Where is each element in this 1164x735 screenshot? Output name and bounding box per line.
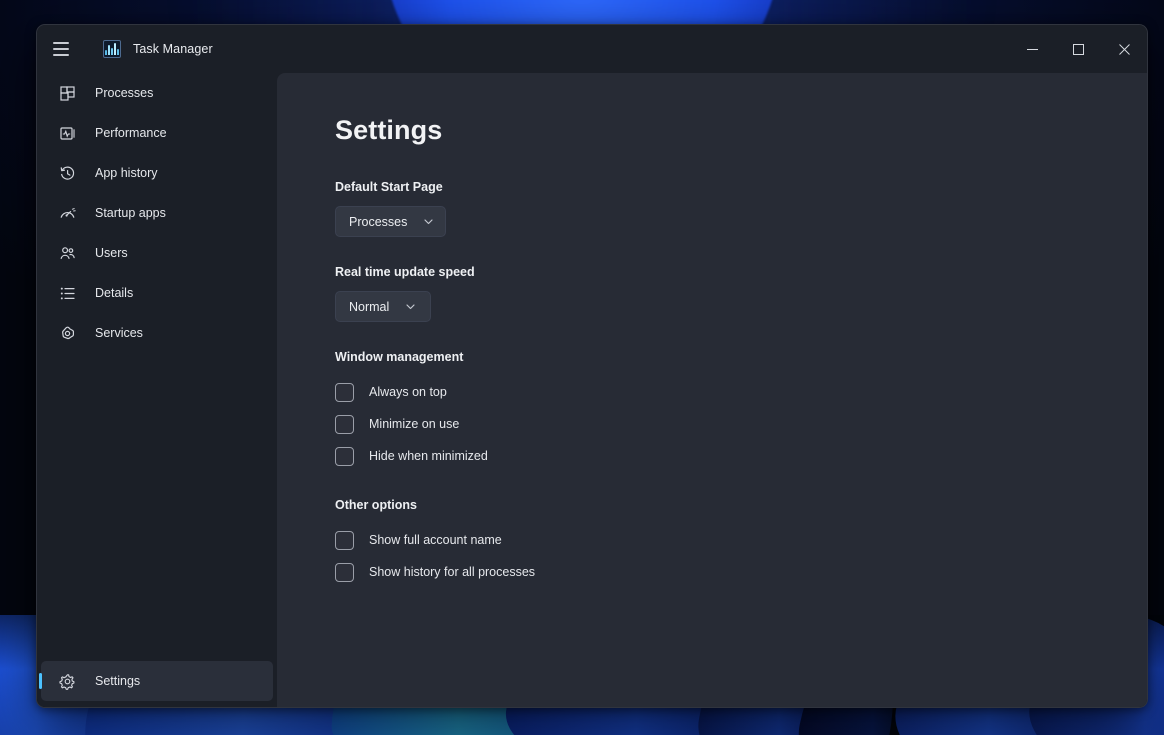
- sidebar-item-label: Services: [95, 326, 143, 340]
- settings-content-panel: Settings Default Start Page Processes Re…: [277, 73, 1147, 707]
- checkbox-box[interactable]: [335, 530, 354, 550]
- sidebar-item-startup-apps[interactable]: Startup apps: [41, 193, 273, 233]
- checkbox-box[interactable]: [335, 382, 354, 402]
- section-window-management: Window management Always on top Minimize…: [335, 350, 1147, 472]
- settings-gear-icon: [57, 671, 77, 691]
- sidebar-navigation: Processes Performance App history Startu…: [37, 73, 277, 707]
- dropdown-value: Normal: [349, 299, 390, 314]
- gauge-speed-icon: [57, 203, 77, 223]
- maximize-button[interactable]: [1055, 25, 1101, 73]
- update-speed-dropdown[interactable]: Normal: [335, 291, 431, 322]
- checkbox-label: Show full account name: [369, 533, 502, 547]
- sidebar-item-settings[interactable]: Settings: [41, 661, 273, 701]
- task-manager-window: Task Manager Processes Performance App h…: [36, 24, 1148, 708]
- window-title: Task Manager: [133, 42, 213, 56]
- window-controls: [1009, 25, 1147, 73]
- minimize-button[interactable]: [1009, 25, 1055, 73]
- section-heading: Default Start Page: [335, 180, 443, 194]
- chevron-down-icon: [405, 301, 416, 312]
- processes-grid-icon: [57, 83, 77, 103]
- checkbox-hide-when-minimized[interactable]: Hide when minimized: [335, 440, 488, 472]
- checkbox-label: Show history for all processes: [369, 565, 536, 579]
- default-start-page-dropdown[interactable]: Processes: [335, 206, 447, 237]
- sidebar-item-services[interactable]: Services: [41, 313, 273, 353]
- details-list-icon: [57, 283, 77, 303]
- sidebar-item-list: Processes Performance App history Startu…: [37, 73, 277, 353]
- checkbox-label: Minimize on use: [369, 417, 460, 431]
- section-heading: Other options: [335, 498, 417, 512]
- sidebar-item-label: Performance: [95, 126, 167, 140]
- sidebar-item-users[interactable]: Users: [41, 233, 273, 273]
- close-icon: [1118, 43, 1130, 55]
- sidebar-item-label: Startup apps: [95, 206, 166, 220]
- section-default-start-page: Default Start Page Processes: [335, 180, 1147, 237]
- sidebar-item-details[interactable]: Details: [41, 273, 273, 313]
- checkbox-box[interactable]: [335, 414, 354, 434]
- sidebar-item-label: Processes: [95, 86, 154, 100]
- section-real-time-update-speed: Real time update speed Normal: [335, 265, 1147, 322]
- title-bar: Task Manager: [37, 25, 1147, 73]
- desktop-background: Task Manager Processes Performance App h…: [0, 0, 1164, 735]
- services-gear-icon: [57, 323, 77, 343]
- task-manager-chart-icon: [103, 40, 121, 58]
- history-clock-icon: [57, 163, 77, 183]
- window-body: Processes Performance App history Startu…: [37, 73, 1147, 707]
- sidebar-item-processes[interactable]: Processes: [41, 73, 273, 113]
- maximize-icon: [1072, 43, 1084, 55]
- checkbox-always-on-top[interactable]: Always on top: [335, 376, 447, 408]
- section-heading: Real time update speed: [335, 265, 475, 279]
- sidebar-item-label: App history: [95, 166, 158, 180]
- sidebar-item-label: Users: [95, 246, 128, 260]
- checkbox-minimize-on-use[interactable]: Minimize on use: [335, 408, 459, 440]
- performance-chart-icon: [57, 123, 77, 143]
- checkbox-box[interactable]: [335, 562, 354, 582]
- checkbox-box[interactable]: [335, 446, 354, 466]
- page-title: Settings: [335, 115, 443, 145]
- chevron-down-icon: [423, 216, 434, 227]
- sidebar-item-label: Settings: [95, 674, 141, 688]
- close-button[interactable]: [1101, 25, 1147, 73]
- minimize-icon: [1026, 48, 1038, 50]
- hamburger-menu-icon[interactable]: [41, 33, 81, 65]
- checkbox-show-history-all-processes[interactable]: Show history for all processes: [335, 556, 535, 588]
- section-heading: Window management: [335, 350, 464, 364]
- checkbox-label: Always on top: [369, 385, 447, 399]
- section-other-options: Other options Show full account name Sho…: [335, 498, 1147, 588]
- checkbox-show-full-account-name[interactable]: Show full account name: [335, 524, 502, 556]
- sidebar-item-performance[interactable]: Performance: [41, 113, 273, 153]
- sidebar-bottom: Settings: [37, 661, 277, 707]
- dropdown-value: Processes: [349, 214, 408, 229]
- sidebar-item-label: Details: [95, 286, 134, 300]
- sidebar-item-app-history[interactable]: App history: [41, 153, 273, 193]
- checkbox-label: Hide when minimized: [369, 449, 488, 463]
- users-people-icon: [57, 243, 77, 263]
